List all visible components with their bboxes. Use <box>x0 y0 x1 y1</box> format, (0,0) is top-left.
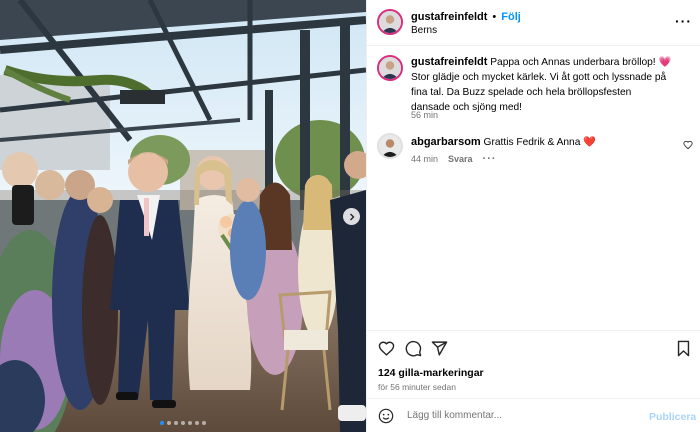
post-caption: gustafreinfeldt Pappa och Annas underbar… <box>411 55 673 115</box>
publish-button[interactable]: Publicera <box>649 411 696 423</box>
commenter-avatar[interactable] <box>377 133 403 159</box>
caption-timestamp[interactable]: 56 min <box>411 110 438 120</box>
comment-button[interactable] <box>405 340 422 360</box>
comment-like-button[interactable] <box>683 140 693 153</box>
post-location[interactable]: Berns <box>411 25 437 36</box>
carousel-dot <box>188 421 192 425</box>
separator-dot: • <box>492 11 497 23</box>
post-photo[interactable] <box>0 0 366 432</box>
avatar-photo <box>379 135 401 157</box>
header-user-row: gustafreinfeldt • Följ <box>411 11 521 23</box>
share-button[interactable] <box>431 340 448 360</box>
heart-icon <box>378 341 395 356</box>
comment-meta-row: 44 min Svara ··· <box>411 153 497 165</box>
comment-text: Grattis Fedrik & Anna ❤️ <box>483 137 596 148</box>
comment-reply-button[interactable]: Svara <box>448 154 473 164</box>
save-button[interactable] <box>676 340 691 360</box>
carousel-dot <box>160 421 164 425</box>
post-side-panel: gustafreinfeldt • Följ Berns ··· gustafr… <box>366 0 700 432</box>
comment-more-icon[interactable]: ··· <box>483 153 497 165</box>
comment-input[interactable] <box>407 410 627 421</box>
instagram-post: gustafreinfeldt • Följ Berns ··· gustafr… <box>0 0 700 432</box>
heart-icon <box>683 140 693 150</box>
carousel-dot <box>174 421 178 425</box>
comment-username[interactable]: abgarbarsom <box>411 136 481 148</box>
comment-input-divider <box>367 398 700 399</box>
actions-divider <box>367 330 700 331</box>
follow-button[interactable]: Följ <box>501 11 521 23</box>
avatar-photo <box>379 57 401 79</box>
carousel-dot <box>202 421 206 425</box>
chevron-right-icon <box>349 213 354 220</box>
carousel-next-button[interactable] <box>343 208 360 225</box>
wedding-photo-image <box>0 0 366 432</box>
comment-timestamp: 44 min <box>411 154 439 164</box>
like-button[interactable] <box>378 340 395 360</box>
caption-username[interactable]: gustafreinfeldt <box>411 56 487 68</box>
comment-icon <box>405 340 422 357</box>
carousel-dot <box>167 421 171 425</box>
bookmark-icon <box>677 340 690 357</box>
carousel-dot <box>181 421 185 425</box>
emoji-button[interactable] <box>378 408 394 427</box>
emoji-icon <box>378 408 394 424</box>
more-options-icon[interactable]: ··· <box>675 13 692 29</box>
comment-item: abgarbarsom Grattis Fedrik & Anna ❤️ <box>411 136 661 148</box>
share-icon <box>431 341 448 356</box>
post-time-ago[interactable]: för 56 minuter sedan <box>378 382 456 392</box>
carousel-dot <box>195 421 199 425</box>
avatar-photo <box>379 11 401 33</box>
post-header <box>367 0 700 46</box>
author-username[interactable]: gustafreinfeldt <box>411 11 487 23</box>
caption-author-avatar[interactable] <box>377 55 403 81</box>
carousel-indicator <box>160 421 206 425</box>
author-avatar[interactable] <box>377 9 403 35</box>
likes-count[interactable]: 124 gilla-markeringar <box>378 367 484 379</box>
